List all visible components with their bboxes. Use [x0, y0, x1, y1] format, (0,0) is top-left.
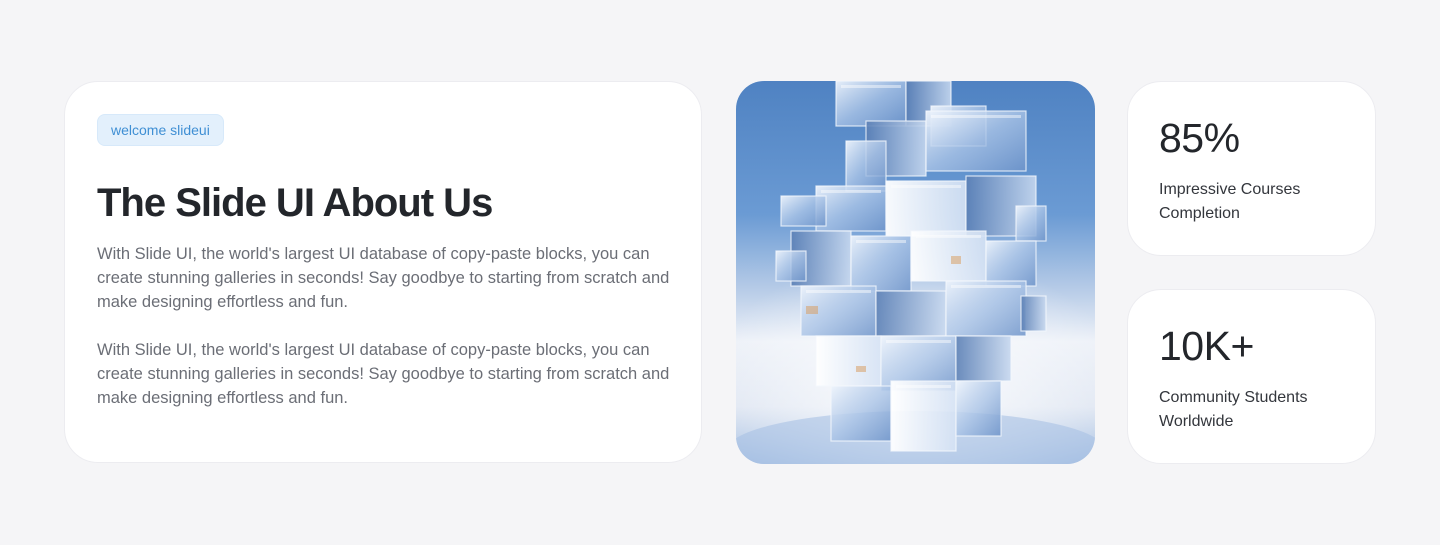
- stat-value: 10K+: [1159, 323, 1254, 369]
- about-paragraph: With Slide UI, the world's largest UI da…: [97, 245, 670, 311]
- stat-label: Impressive Courses Completion: [1159, 181, 1301, 222]
- about-card: welcome slideui The Slide UI About Us Wi…: [64, 81, 702, 463]
- stat-label: Community Students Worldwide: [1159, 389, 1308, 430]
- about-paragraph: With Slide UI, the world's largest UI da…: [97, 341, 670, 407]
- welcome-badge: welcome slideui: [97, 114, 224, 146]
- glass-tower-image: [736, 81, 1095, 464]
- stat-value: 85%: [1159, 115, 1240, 161]
- glass-tower-illustration: [736, 81, 1095, 464]
- about-title: The Slide UI About Us: [97, 181, 493, 225]
- stat-card-students: 10K+ Community Students Worldwide: [1127, 289, 1376, 464]
- stat-card-courses: 85% Impressive Courses Completion: [1127, 81, 1376, 256]
- about-section: welcome slideui The Slide UI About Us Wi…: [64, 81, 1376, 465]
